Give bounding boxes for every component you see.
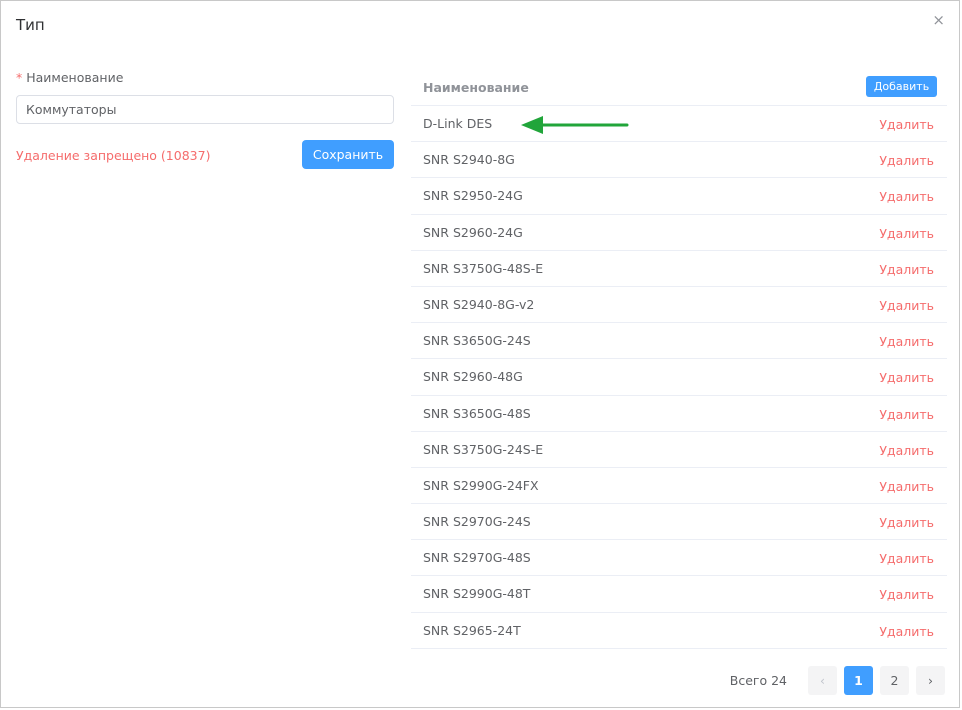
table-row: SNR S2990G-24FX Удалить (411, 468, 947, 505)
required-mark: * (16, 70, 23, 85)
delete-link[interactable]: Удалить (879, 334, 934, 349)
delete-link[interactable]: Удалить (879, 587, 934, 602)
dialog-title: Тип (16, 16, 45, 34)
table-row: SNR S2965-24T Удалить (411, 613, 947, 649)
pagination: Всего 24 ‹ 1 2 › (730, 665, 945, 695)
name-field-label: * Наименование (16, 70, 123, 85)
delete-link[interactable]: Удалить (879, 153, 934, 168)
delete-link[interactable]: Удалить (879, 262, 934, 277)
table-row: SNR S2960-24G Удалить (411, 215, 947, 251)
page-button-1[interactable]: 1 (844, 665, 873, 695)
table-row: D-Link DES Удалить (411, 106, 947, 143)
delete-link[interactable]: Удалить (879, 551, 934, 566)
table-row: SNR S2940-8G Удалить (411, 142, 947, 179)
delete-link[interactable]: Удалить (879, 189, 934, 204)
models-table: Наименование Добавить D-Link DES Удалить S… (411, 69, 947, 649)
table-row: SNR S2960-48G Удалить (411, 359, 947, 396)
row-name: SNR S2990G-24FX (423, 477, 539, 493)
delete-link[interactable]: Удалить (879, 479, 934, 494)
delete-link[interactable]: Удалить (879, 117, 934, 132)
row-name: SNR S2965-24T (423, 622, 521, 638)
row-name: SNR S2960-48G (423, 369, 523, 385)
delete-link[interactable]: Удалить (879, 624, 934, 639)
table-body: D-Link DES Удалить SNR S2940-8G Удалить SNR … (411, 106, 947, 649)
page-button-2[interactable]: 2 (880, 665, 909, 695)
next-page-icon[interactable]: › (916, 665, 945, 695)
pagination-total: Всего 24 (729, 672, 787, 688)
row-name: SNR S2940-8G-v2 (423, 296, 535, 312)
row-name: SNR S2950-24G (423, 188, 523, 204)
table-header: Наименование Добавить (411, 69, 947, 106)
delete-link[interactable]: Удалить (879, 407, 934, 422)
table-row: SNR S3750G-24S-E Удалить (411, 432, 947, 468)
save-button[interactable]: Сохранить (302, 140, 394, 169)
delete-link[interactable]: Удалить (879, 515, 934, 530)
column-header-name: Наименование (423, 80, 529, 95)
table-row: SNR S3750G-48S-E Удалить (411, 251, 947, 287)
add-button[interactable]: Добавить (866, 76, 937, 97)
row-name: SNR S3650G-24S (423, 333, 531, 349)
delete-forbidden-error: Удаление запрещено (10837) (16, 148, 211, 163)
delete-link[interactable]: Удалить (879, 443, 934, 458)
table-row: SNR S2990G-48T Удалить (411, 576, 947, 613)
row-name: SNR S2940-8G (423, 152, 515, 168)
table-row: SNR S2950-24G Удалить (411, 178, 947, 215)
type-dialog: Тип × *Наименование Удаление запрещено (… (0, 0, 960, 708)
row-name: SNR S3750G-24S-E (423, 441, 544, 457)
row-name: SNR S2970G-48S (423, 550, 531, 566)
row-name: SNR S2960-24G (423, 224, 523, 240)
name-input[interactable] (16, 95, 394, 124)
name-label-text: Наименование (26, 70, 124, 85)
table-row: SNR S2940-8G-v2 Удалить (411, 287, 947, 324)
table-row: SNR S2970G-48S Удалить (411, 540, 947, 577)
row-name: SNR S3750G-48S-E (423, 260, 544, 276)
row-name: SNR S2970G-24S (423, 514, 531, 530)
row-name: SNR S2990G-48T (423, 586, 531, 602)
row-name: SNR S3650G-48S (423, 405, 531, 421)
delete-link[interactable]: Удалить (879, 370, 934, 385)
delete-link[interactable]: Удалить (879, 226, 934, 241)
table-row: SNR S2970G-24S Удалить (411, 504, 947, 541)
close-icon[interactable]: × (932, 11, 945, 29)
prev-page-icon[interactable]: ‹ (808, 665, 837, 695)
row-name: D-Link DES (423, 116, 493, 131)
arrow-annotation (521, 116, 629, 134)
table-row: SNR S3650G-24S Удалить (411, 323, 947, 360)
delete-link[interactable]: Удалить (879, 298, 934, 313)
table-row: SNR S3650G-48S Удалить (411, 396, 947, 432)
